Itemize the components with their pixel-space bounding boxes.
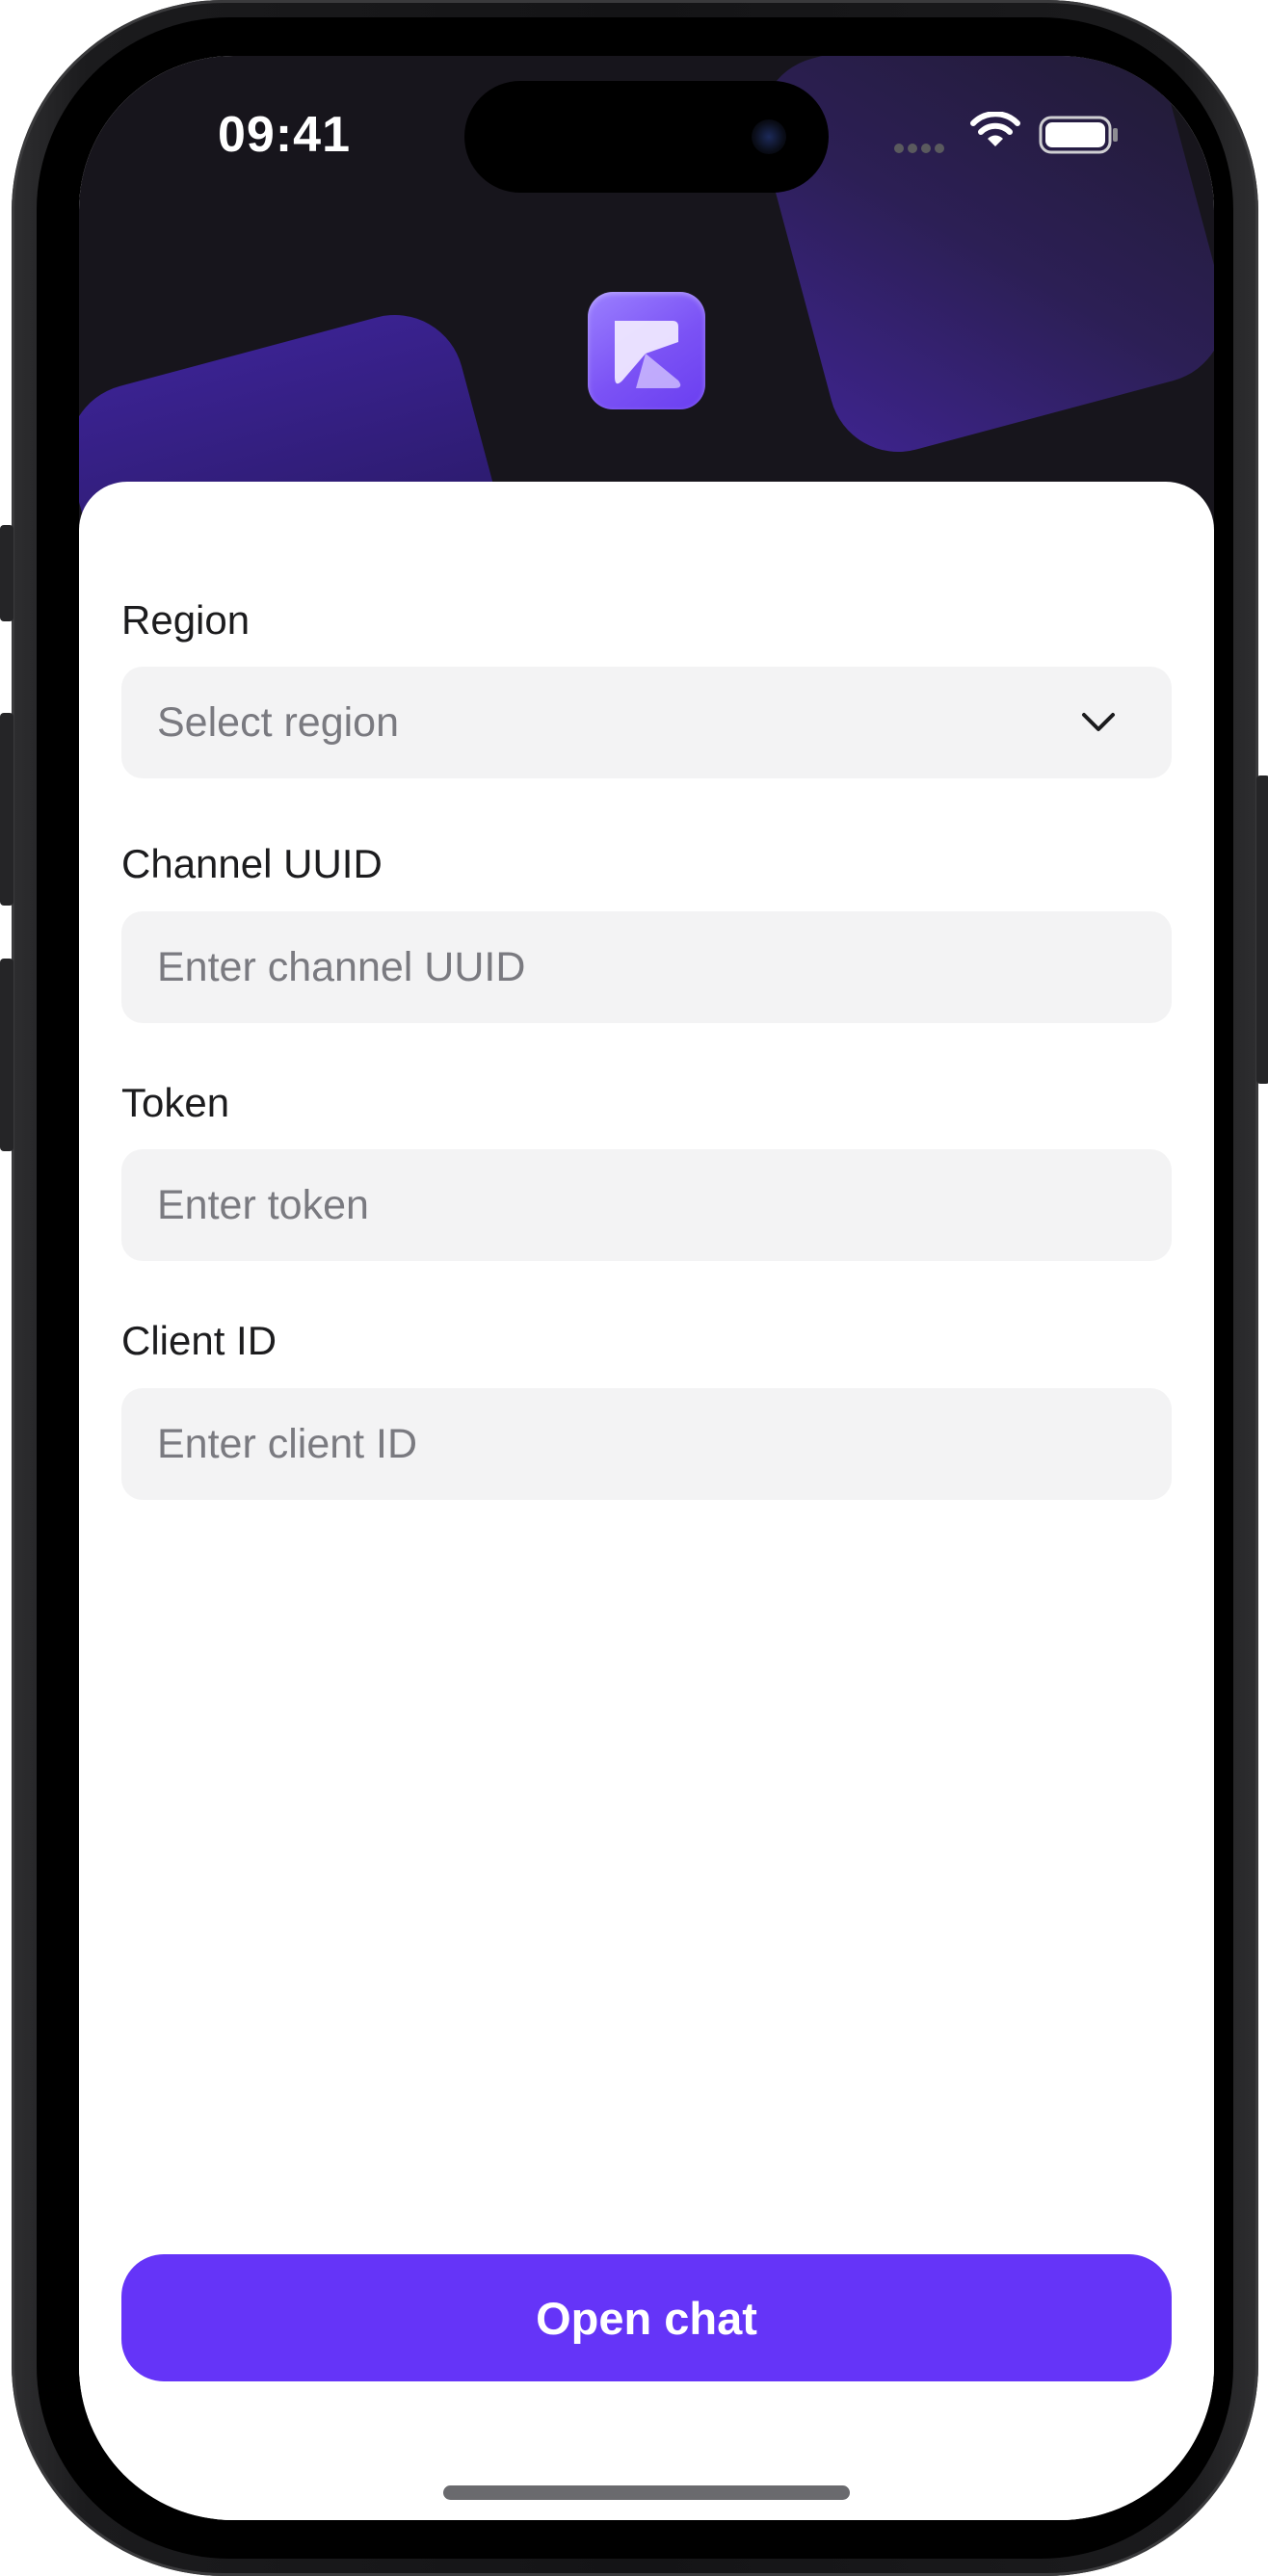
app-logo-icon	[588, 292, 705, 409]
client-id-field[interactable]	[121, 1388, 1172, 1500]
channel-uuid-input[interactable]	[157, 943, 1172, 991]
signal-dots-icon	[894, 141, 948, 158]
phone-frame: 09:41 Region Select region Channel UUID …	[0, 0, 1268, 2576]
client-id-input[interactable]	[157, 1420, 1172, 1468]
battery-icon	[1039, 116, 1118, 154]
token-input[interactable]	[157, 1181, 1172, 1229]
status-time: 09:41	[218, 107, 351, 163]
token-field[interactable]	[121, 1149, 1172, 1261]
region-label: Region	[121, 597, 251, 643]
client-id-label: Client ID	[121, 1318, 277, 1363]
camera-icon	[752, 119, 786, 154]
power-button	[1256, 775, 1268, 1084]
volume-up-button	[0, 713, 13, 906]
token-label: Token	[121, 1080, 230, 1125]
channel-uuid-label: Channel UUID	[121, 841, 383, 886]
home-indicator[interactable]	[443, 2485, 850, 2500]
region-placeholder: Select region	[157, 698, 399, 746]
volume-down-button	[0, 959, 13, 1151]
wifi-icon	[970, 112, 1020, 146]
chevron-down-icon	[1082, 713, 1115, 731]
action-button	[0, 525, 13, 621]
region-select[interactable]: Select region	[121, 667, 1172, 778]
screen: 09:41 Region Select region Channel UUID …	[79, 56, 1214, 2520]
dynamic-island	[464, 81, 829, 193]
channel-uuid-field[interactable]	[121, 911, 1172, 1023]
open-chat-button[interactable]: Open chat	[121, 2254, 1172, 2381]
form-sheet: Region Select region Channel UUID Token …	[79, 482, 1214, 2520]
